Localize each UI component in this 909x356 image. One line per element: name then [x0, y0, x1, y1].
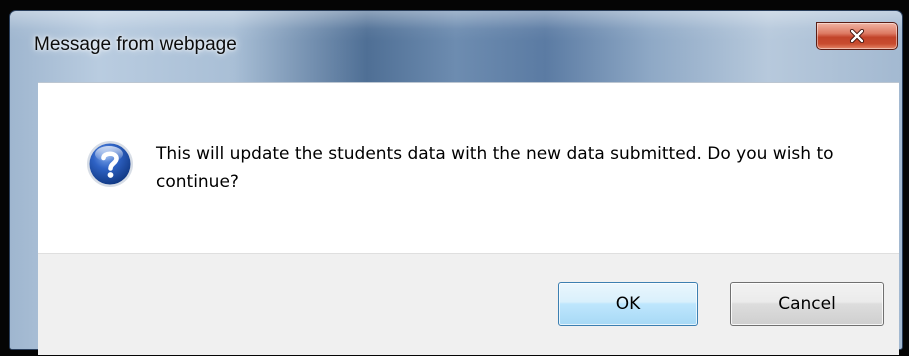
close-icon	[849, 29, 865, 43]
question-icon	[85, 139, 135, 189]
close-button[interactable]	[816, 22, 898, 50]
cancel-button[interactable]: Cancel	[730, 282, 884, 326]
dialog-message: This will update the students data with …	[156, 144, 834, 192]
dialog-content: This will update the students data with …	[38, 82, 899, 254]
dialog-title: Message from webpage	[34, 34, 237, 55]
dialog-button-bar: OK Cancel	[38, 253, 899, 355]
ok-button[interactable]: OK	[558, 282, 698, 326]
message-dialog: Message from webpage This will update th…	[9, 10, 903, 355]
